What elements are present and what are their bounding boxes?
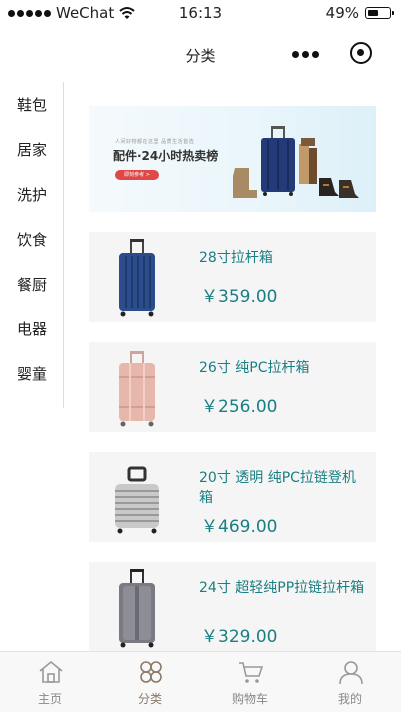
product-card[interactable]: 26寸 纯PC拉杆箱 ￥256.00: [89, 342, 376, 432]
page-title: 分类: [185, 47, 216, 65]
product-card[interactable]: 24寸 超轻纯PP拉链拉杆箱 ￥329.00: [89, 562, 376, 652]
product-price: ￥359.00: [201, 287, 278, 307]
category-icon: [140, 661, 162, 683]
tab-profile[interactable]: 我的: [300, 652, 400, 712]
sidebar-item-baby[interactable]: 婴童: [17, 363, 47, 385]
tab-label: 购物车: [231, 692, 268, 706]
product-price: ￥256.00: [201, 397, 278, 417]
category-sidebar: 鞋包 居家 洗护 饮食 餐厨 电器 婴童: [0, 82, 64, 408]
status-bar: WeChat 16:13 49%: [0, 0, 401, 28]
battery-level: [367, 9, 378, 16]
sidebar-item-shoes-bags[interactable]: 鞋包: [17, 94, 47, 116]
sidebar-item-kitchen[interactable]: 餐厨: [17, 274, 47, 296]
close-miniprogram-icon[interactable]: [350, 42, 372, 64]
bottom-tab-bar: 主页 分类 购物车 我的: [0, 651, 401, 712]
sidebar-item-appliances[interactable]: 电器: [17, 318, 47, 340]
tab-label: 我的: [337, 692, 362, 706]
tab-home[interactable]: 主页: [0, 652, 100, 712]
product-image-suitcase: [119, 351, 155, 427]
tab-cart[interactable]: 购物车: [200, 652, 300, 712]
promo-banner[interactable]: 人间好物都在这里 品质生活首选 配件·24小时热卖榜 即刻参考 >: [89, 106, 376, 212]
product-image-suitcase: [115, 466, 159, 534]
product-image-suitcase: [119, 239, 155, 317]
status-right: 49%: [325, 4, 394, 22]
sidebar-item-care[interactable]: 洗护: [17, 184, 47, 206]
product-card[interactable]: 20寸 透明 纯PC拉链登机箱 ￥469.00: [89, 452, 376, 542]
banner-products-image: [233, 126, 359, 198]
product-name: 20寸 透明 纯PC拉链登机箱: [199, 470, 356, 506]
product-price: ￥329.00: [201, 627, 278, 647]
profile-icon: [339, 661, 363, 685]
cart-icon: [239, 662, 264, 683]
banner-title: 配件·24小时热卖榜: [113, 149, 219, 163]
sidebar-item-food[interactable]: 饮食: [17, 229, 47, 251]
tab-label: 主页: [37, 692, 62, 706]
product-name: 28寸拉杆箱: [199, 250, 273, 266]
tab-category[interactable]: 分类: [100, 652, 200, 712]
home-icon: [39, 660, 63, 683]
banner-subtitle: 人间好物都在这里 品质生活首选: [115, 139, 195, 145]
battery-icon: [365, 7, 394, 19]
sidebar-item-home[interactable]: 居家: [17, 139, 47, 161]
battery-percent: 49%: [325, 4, 359, 22]
product-price: ￥469.00: [201, 517, 278, 537]
banner-button[interactable]: 即刻参考 >: [115, 170, 159, 180]
product-card[interactable]: 28寸拉杆箱 ￥359.00: [89, 232, 376, 322]
nav-bar: 分类: [0, 28, 401, 80]
more-options-icon[interactable]: [292, 51, 319, 58]
product-image-suitcase: [119, 569, 155, 648]
product-name: 24寸 超轻纯PP拉链拉杆箱: [199, 580, 365, 596]
product-name: 26寸 纯PC拉杆箱: [199, 360, 310, 376]
tab-label: 分类: [137, 692, 162, 706]
